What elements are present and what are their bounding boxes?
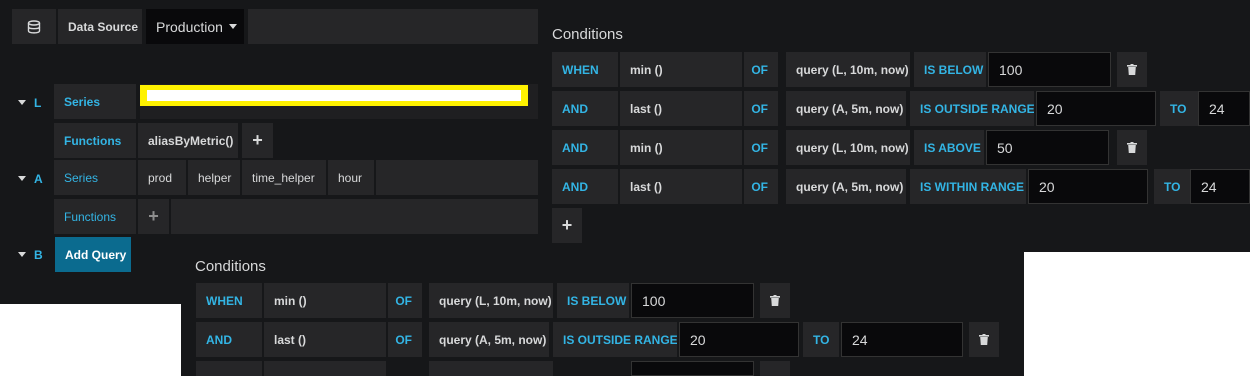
conditions-title: Conditions	[552, 26, 623, 43]
query-l-series-label: Series	[54, 84, 136, 119]
condition-row-partial	[631, 361, 754, 376]
condition-keyword: AND	[552, 169, 618, 204]
datasource-label: Data Source	[58, 9, 142, 44]
condition-evaluator[interactable]: IS OUTSIDE RANGE	[910, 91, 1034, 126]
range-from-input[interactable]: 20	[1036, 91, 1156, 126]
condition-query[interactable]: query (L, 10m, now)	[786, 52, 910, 87]
condition-evaluator[interactable]: IS ABOVE	[914, 130, 984, 165]
delete-condition-button[interactable]	[1117, 130, 1147, 165]
condition-reducer[interactable]: last ()	[264, 322, 386, 357]
condition-of: OF	[388, 283, 422, 318]
datasource-row-filler	[248, 9, 538, 44]
database-icon	[27, 19, 41, 34]
condition-of: OF	[744, 130, 778, 165]
threshold-input[interactable]: 50	[986, 130, 1109, 165]
condition-reducer[interactable]: min ()	[620, 130, 742, 165]
query-b-toggle[interactable]: B	[12, 238, 52, 271]
condition-to: TO	[1160, 91, 1200, 126]
condition-evaluator[interactable]: IS OUTSIDE RANGE	[553, 322, 677, 357]
threshold-input[interactable]: 100	[988, 52, 1111, 87]
series-segment[interactable]: helper	[188, 160, 240, 195]
range-to-input[interactable]: 24	[1190, 169, 1250, 204]
condition-reducer[interactable]: min ()	[264, 283, 386, 318]
delete-condition-button[interactable]	[1117, 52, 1147, 87]
add-function-button[interactable]: +	[242, 123, 273, 158]
range-to-input[interactable]: 24	[1198, 91, 1250, 126]
range-from-input[interactable]: 20	[679, 322, 799, 357]
query-a-functions-filler	[171, 199, 538, 234]
condition-evaluator[interactable]: IS BELOW	[557, 283, 629, 318]
caret-down-icon	[18, 100, 26, 105]
series-segment[interactable]: hour	[328, 160, 374, 195]
condition-of: OF	[744, 169, 778, 204]
condition-keyword: WHEN	[196, 283, 262, 318]
trash-icon	[1127, 64, 1137, 75]
trash-icon	[1127, 142, 1137, 153]
condition-of: OF	[388, 322, 422, 357]
condition-keyword: WHEN	[552, 52, 618, 87]
delete-condition-button[interactable]	[760, 283, 790, 318]
condition-of: OF	[744, 52, 778, 87]
add-function-button[interactable]: +	[138, 199, 169, 234]
condition-row-partial	[429, 361, 553, 376]
query-editor-panel-top-extension	[712, 0, 1250, 9]
conditions-title: Conditions	[195, 258, 266, 275]
range-to-input[interactable]: 24	[841, 322, 963, 357]
series-segment[interactable]: prod	[138, 160, 186, 195]
trash-icon	[770, 295, 780, 306]
threshold-input[interactable]: 100	[631, 283, 754, 318]
condition-reducer[interactable]: last ()	[620, 91, 742, 126]
query-b-letter: B	[34, 247, 43, 262]
query-a-functions-label: Functions	[54, 199, 136, 234]
add-query-button[interactable]: Add Query	[55, 237, 131, 272]
datasource-value: Production	[156, 18, 223, 35]
condition-query[interactable]: query (A, 5m, now)	[786, 91, 906, 126]
chevron-down-icon	[228, 24, 237, 29]
add-condition-button[interactable]: +	[552, 208, 582, 243]
condition-to: TO	[1154, 169, 1192, 204]
condition-row-partial	[760, 361, 790, 376]
condition-row-partial	[196, 361, 262, 376]
redacted-bar	[147, 90, 521, 101]
series-segment[interactable]: time_helper	[242, 160, 326, 195]
condition-row-partial	[264, 361, 386, 376]
condition-keyword: AND	[196, 322, 262, 357]
query-a-toggle[interactable]: A	[12, 162, 52, 195]
query-a-letter: A	[34, 171, 43, 186]
query-a-series-label: Series	[54, 160, 136, 195]
database-icon-box	[12, 9, 56, 44]
caret-down-icon	[18, 252, 26, 257]
condition-reducer[interactable]: last ()	[620, 169, 742, 204]
condition-to: TO	[803, 322, 839, 357]
condition-keyword: AND	[552, 91, 618, 126]
query-a-series-filler	[376, 160, 538, 195]
query-l-letter: L	[34, 95, 42, 110]
condition-reducer[interactable]: min ()	[620, 52, 742, 87]
query-l-functions-label: Functions	[54, 123, 136, 158]
condition-query[interactable]: query (L, 10m, now)	[429, 283, 553, 318]
range-from-input[interactable]: 20	[1028, 169, 1148, 204]
condition-keyword: AND	[552, 130, 618, 165]
delete-condition-button[interactable]	[969, 322, 999, 357]
caret-down-icon	[18, 176, 26, 181]
condition-query[interactable]: query (A, 5m, now)	[429, 322, 549, 357]
query-l-toggle[interactable]: L	[12, 86, 52, 119]
trash-icon	[979, 334, 989, 345]
datasource-select[interactable]: Production	[146, 9, 244, 44]
condition-query[interactable]: query (L, 10m, now)	[786, 130, 910, 165]
condition-of: OF	[744, 91, 778, 126]
condition-evaluator[interactable]: IS WITHIN RANGE	[910, 169, 1026, 204]
condition-evaluator[interactable]: IS BELOW	[914, 52, 986, 87]
function-alias-by-metric[interactable]: aliasByMetric()	[138, 123, 238, 158]
condition-query[interactable]: query (A, 5m, now)	[786, 169, 906, 204]
